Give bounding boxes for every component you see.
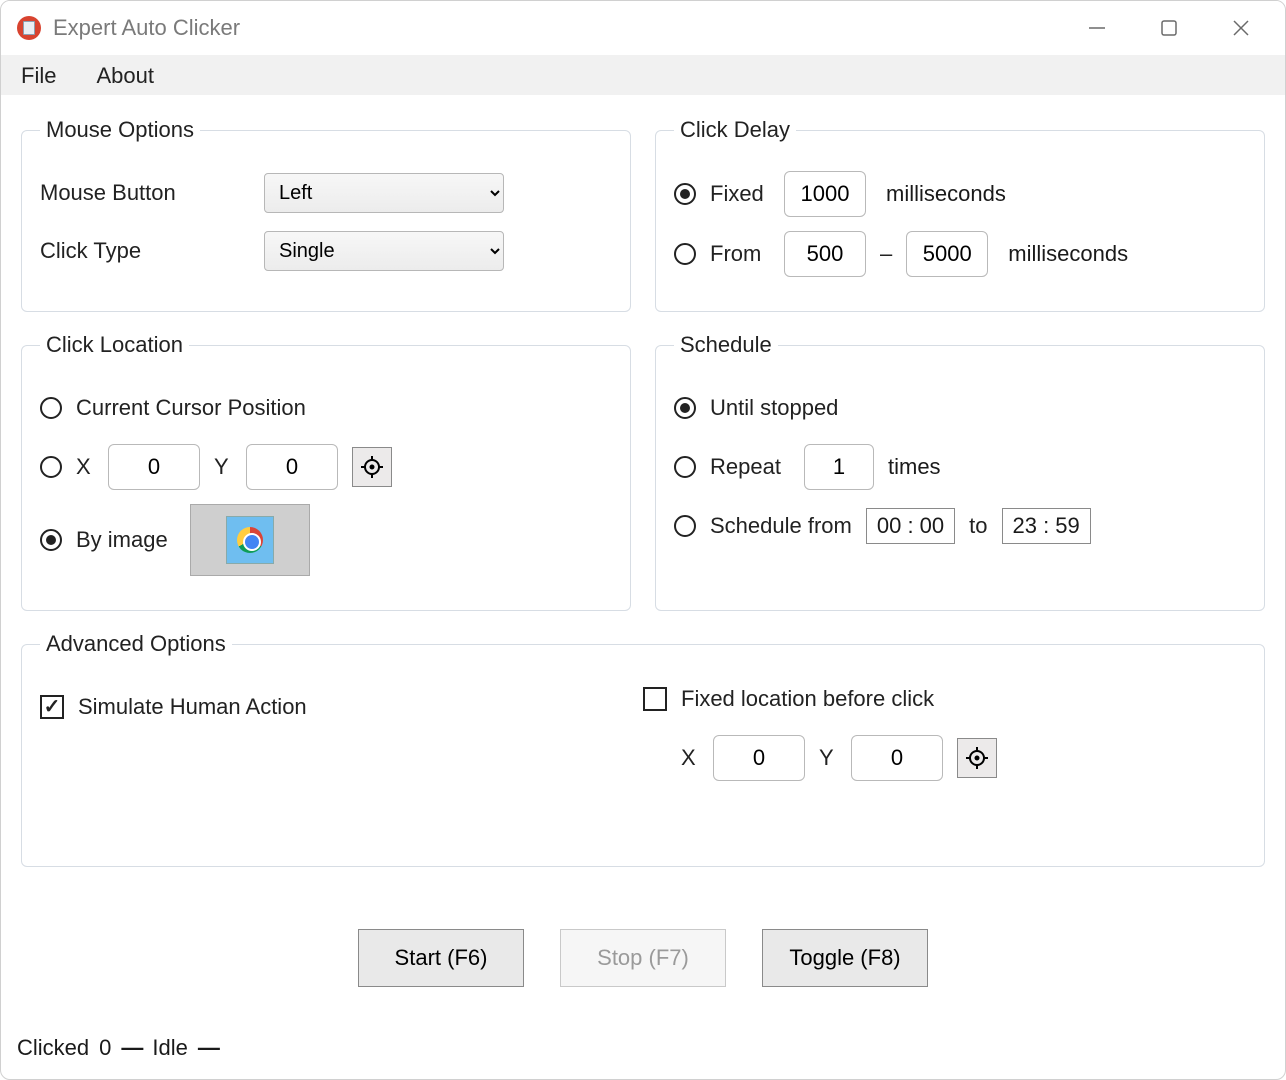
target-image-slot[interactable]	[190, 504, 310, 576]
label-mouse-button: Mouse Button	[40, 180, 250, 206]
label-fixed-location: Fixed location before click	[681, 686, 934, 712]
crosshair-icon	[360, 455, 384, 479]
input-delay-fixed[interactable]	[784, 171, 866, 217]
legend-click-delay: Click Delay	[674, 117, 796, 143]
window-title: Expert Auto Clicker	[53, 15, 240, 41]
app-icon	[17, 16, 41, 40]
status-clicked-label: Clicked	[17, 1035, 89, 1061]
label-click-type: Click Type	[40, 238, 250, 264]
label-repeat-unit: times	[888, 454, 941, 480]
input-adv-y[interactable]	[851, 735, 943, 781]
select-mouse-button[interactable]: Left	[264, 173, 504, 213]
label-schedule-to: to	[969, 513, 987, 539]
radio-delay-fixed[interactable]	[674, 183, 696, 205]
input-delay-to[interactable]	[906, 231, 988, 277]
label-schedule-from: Schedule from	[710, 513, 852, 539]
radio-delay-range[interactable]	[674, 243, 696, 265]
radio-location-xy[interactable]	[40, 456, 62, 478]
legend-schedule: Schedule	[674, 332, 778, 358]
close-button[interactable]	[1205, 3, 1277, 53]
label-delay-from: From	[710, 241, 770, 267]
status-state: Idle	[152, 1035, 187, 1061]
app-window: Expert Auto Clicker File About Mouse Opt…	[0, 0, 1286, 1080]
status-sep-2: —	[198, 1035, 219, 1061]
label-delay-fixed: Fixed	[710, 181, 770, 207]
radio-location-current[interactable]	[40, 397, 62, 419]
label-location-by-image: By image	[76, 527, 176, 553]
input-time-to[interactable]: 23 : 59	[1002, 508, 1091, 544]
label-adv-x: X	[681, 745, 699, 771]
toggle-button[interactable]: Toggle (F8)	[762, 929, 928, 987]
input-loc-x[interactable]	[108, 444, 200, 490]
unit-delay-range: milliseconds	[1008, 241, 1128, 267]
input-delay-from[interactable]	[784, 231, 866, 277]
label-simulate-human: Simulate Human Action	[78, 694, 307, 720]
pick-location-button[interactable]	[352, 447, 392, 487]
label-loc-y: Y	[214, 454, 232, 480]
label-schedule-until: Until stopped	[710, 395, 838, 421]
minimize-button[interactable]	[1061, 3, 1133, 53]
status-bar: Clicked 0 — Idle —	[1, 1027, 1285, 1079]
label-loc-x: X	[76, 454, 94, 480]
input-time-from[interactable]: 00 : 00	[866, 508, 955, 544]
checkbox-fixed-location[interactable]	[643, 687, 667, 711]
group-click-location: Click Location Current Cursor Position X…	[21, 332, 631, 611]
menu-file[interactable]: File	[15, 59, 62, 93]
radio-schedule-time[interactable]	[674, 515, 696, 537]
minimize-icon	[1086, 17, 1108, 39]
radio-schedule-until[interactable]	[674, 397, 696, 419]
titlebar: Expert Auto Clicker	[1, 1, 1285, 55]
unit-delay-fixed: milliseconds	[886, 181, 1006, 207]
label-location-current: Current Cursor Position	[76, 395, 306, 421]
group-schedule: Schedule Until stopped Repeat times Sche…	[655, 332, 1265, 611]
menu-about[interactable]: About	[90, 59, 160, 93]
maximize-button[interactable]	[1133, 3, 1205, 53]
pick-adv-location-button[interactable]	[957, 738, 997, 778]
legend-advanced: Advanced Options	[40, 631, 232, 657]
radio-location-by-image[interactable]	[40, 529, 62, 551]
input-adv-x[interactable]	[713, 735, 805, 781]
select-click-type[interactable]: Single	[264, 231, 504, 271]
legend-click-location: Click Location	[40, 332, 189, 358]
label-delay-range-sep: –	[880, 241, 892, 267]
status-clicked-value: 0	[99, 1035, 111, 1061]
group-mouse-options: Mouse Options Mouse Button Left Click Ty…	[21, 117, 631, 312]
menubar: File About	[1, 55, 1285, 95]
input-repeat-times[interactable]	[804, 444, 874, 490]
chrome-icon	[226, 516, 274, 564]
status-sep-1: —	[121, 1035, 142, 1061]
checkbox-simulate-human[interactable]	[40, 695, 64, 719]
group-advanced-options: Advanced Options Simulate Human Action F…	[21, 631, 1265, 867]
radio-schedule-repeat[interactable]	[674, 456, 696, 478]
content-area: Mouse Options Mouse Button Left Click Ty…	[1, 95, 1285, 1027]
close-icon	[1230, 17, 1252, 39]
window-controls	[1061, 3, 1277, 53]
stop-button[interactable]: Stop (F7)	[560, 929, 726, 987]
group-click-delay: Click Delay Fixed milliseconds From – mi…	[655, 117, 1265, 312]
input-loc-y[interactable]	[246, 444, 338, 490]
label-adv-y: Y	[819, 745, 837, 771]
start-button[interactable]: Start (F6)	[358, 929, 524, 987]
action-buttons: Start (F6) Stop (F7) Toggle (F8)	[21, 929, 1265, 987]
label-schedule-repeat: Repeat	[710, 454, 790, 480]
maximize-icon	[1159, 18, 1179, 38]
crosshair-icon	[965, 746, 989, 770]
legend-mouse-options: Mouse Options	[40, 117, 200, 143]
